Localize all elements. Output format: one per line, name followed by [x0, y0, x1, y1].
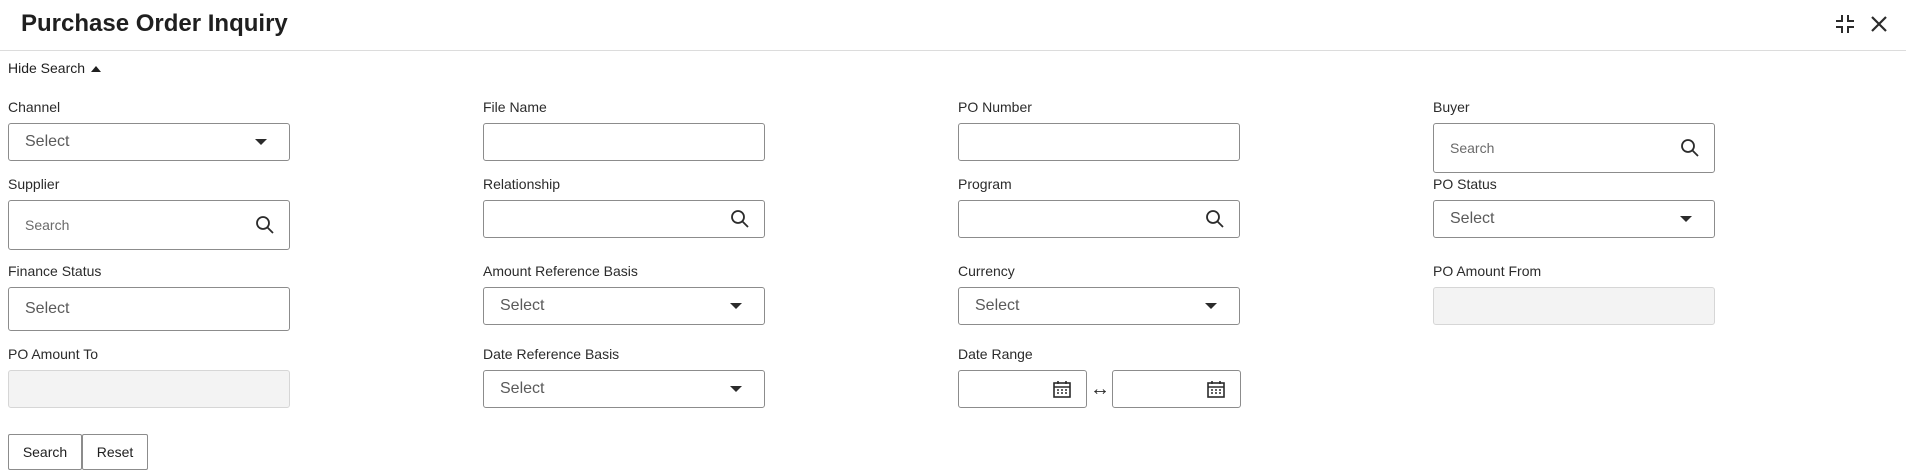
currency-label: Currency	[958, 263, 1015, 279]
chevron-down-icon	[730, 303, 742, 309]
buyer-search-input[interactable]: Search	[1433, 123, 1715, 173]
calendar-icon[interactable]	[1052, 379, 1072, 399]
hide-search-label: Hide Search	[8, 60, 86, 76]
amount-reference-basis-select[interactable]: Select	[483, 287, 765, 325]
search-button[interactable]: Search	[8, 434, 82, 470]
po-status-select[interactable]: Select	[1433, 200, 1715, 238]
hide-search-toggle[interactable]: Hide Search	[8, 60, 102, 76]
po-status-value: Select	[1450, 210, 1495, 227]
date-reference-basis-value: Select	[500, 380, 545, 397]
chevron-down-icon	[255, 139, 267, 145]
caret-up-icon	[91, 66, 102, 73]
relationship-label: Relationship	[483, 176, 561, 192]
search-icon[interactable]	[1205, 209, 1225, 229]
chevron-down-icon	[1680, 216, 1692, 222]
date-reference-basis-label: Date Reference Basis	[483, 346, 620, 362]
buyer-placeholder: Search	[1450, 140, 1495, 156]
relationship-input[interactable]	[483, 200, 765, 238]
channel-select[interactable]: Select	[8, 123, 290, 161]
po-amount-from-label: PO Amount From	[1433, 263, 1542, 279]
date-range-separator-icon: ↔	[1090, 378, 1110, 400]
po-number-label: PO Number	[958, 99, 1032, 115]
supplier-search-input[interactable]: Search	[8, 200, 290, 250]
page-header: Purchase Order Inquiry	[0, 0, 1906, 51]
page-title: Purchase Order Inquiry	[21, 10, 288, 37]
chevron-down-icon	[1205, 303, 1217, 309]
po-amount-to-label: PO Amount To	[8, 346, 99, 362]
po-number-input[interactable]	[958, 123, 1240, 161]
currency-value: Select	[975, 297, 1020, 314]
search-icon[interactable]	[255, 215, 275, 235]
finance-status-value: Select	[25, 300, 70, 317]
chevron-down-icon	[730, 386, 742, 392]
search-icon[interactable]	[1680, 138, 1700, 158]
buyer-label: Buyer	[1433, 99, 1470, 115]
file-name-input[interactable]	[483, 123, 765, 161]
amount-reference-basis-value: Select	[500, 297, 545, 314]
finance-status-label: Finance Status	[8, 263, 102, 279]
channel-value: Select	[25, 133, 70, 150]
file-name-label: File Name	[483, 99, 547, 115]
program-label: Program	[958, 176, 1012, 192]
channel-label: Channel	[8, 99, 61, 115]
supplier-label: Supplier	[8, 176, 60, 192]
date-range-end-input[interactable]	[1112, 370, 1241, 408]
currency-select[interactable]: Select	[958, 287, 1240, 325]
po-status-label: PO Status	[1433, 176, 1497, 192]
collapse-icon[interactable]	[1833, 12, 1857, 36]
reset-button[interactable]: Reset	[82, 434, 148, 470]
date-reference-basis-select[interactable]: Select	[483, 370, 765, 408]
supplier-placeholder: Search	[25, 217, 70, 233]
po-amount-to-input[interactable]	[8, 370, 290, 408]
finance-status-select[interactable]: Select	[8, 287, 290, 331]
date-range-start-input[interactable]	[958, 370, 1087, 408]
po-amount-from-input[interactable]	[1433, 287, 1715, 325]
date-range-label: Date Range	[958, 346, 1033, 362]
program-input[interactable]	[958, 200, 1240, 238]
amount-reference-basis-label: Amount Reference Basis	[483, 263, 638, 279]
close-icon[interactable]	[1867, 12, 1891, 36]
search-icon[interactable]	[730, 209, 750, 229]
calendar-icon[interactable]	[1206, 379, 1226, 399]
